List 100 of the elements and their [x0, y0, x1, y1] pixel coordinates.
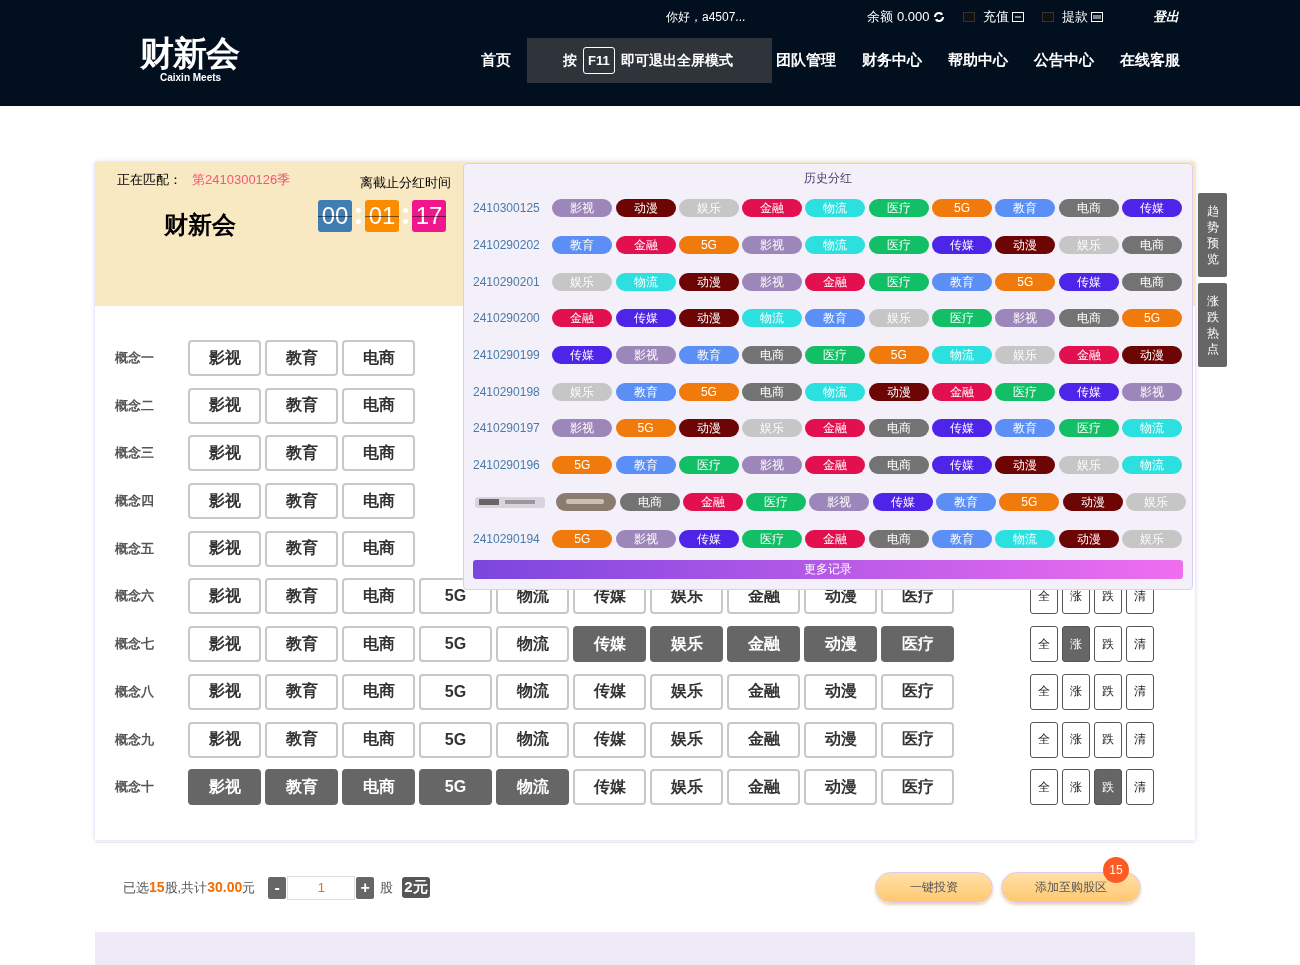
option-button[interactable]: 5G — [419, 626, 492, 663]
option-button[interactable]: 教育 — [265, 769, 338, 806]
option-button[interactable]: 动漫 — [804, 769, 877, 806]
withdraw-link[interactable]: 提款 — [1061, 8, 1088, 26]
option-button[interactable]: 教育 — [265, 435, 338, 472]
option-button[interactable]: 动漫 — [804, 626, 877, 663]
option-button[interactable]: 医疗 — [881, 769, 954, 806]
option-button[interactable]: 电商 — [342, 530, 415, 567]
option-button[interactable]: 动漫 — [804, 673, 877, 710]
filter-button[interactable]: 全 — [1030, 769, 1058, 806]
option-button[interactable]: 娱乐 — [650, 673, 723, 710]
option-button[interactable]: 影视 — [188, 483, 261, 520]
option-button[interactable]: 娱乐 — [650, 626, 723, 663]
option-button[interactable]: 教育 — [265, 673, 338, 710]
option-button[interactable]: 娱乐 — [650, 721, 723, 758]
option-button[interactable]: 电商 — [342, 483, 415, 520]
option-button[interactable]: 教育 — [265, 340, 338, 376]
option-button[interactable]: 影视 — [188, 387, 261, 424]
option-button[interactable]: 影视 — [188, 435, 261, 472]
recharge-link[interactable]: 充值 — [982, 8, 1009, 26]
option-button[interactable]: 影视 — [188, 721, 261, 758]
plus-button[interactable]: + — [356, 876, 375, 899]
nav-link[interactable]: 在线客服 — [1120, 51, 1180, 70]
concept-tag: 动漫 — [995, 236, 1056, 255]
option-button[interactable]: 娱乐 — [650, 769, 723, 806]
filter-button[interactable]: 涨 — [1062, 769, 1090, 806]
filter-button[interactable]: 跌 — [1094, 673, 1122, 710]
option-button[interactable]: 影视 — [188, 578, 261, 615]
filter-button[interactable]: 清 — [1126, 626, 1154, 663]
option-button[interactable]: 教育 — [265, 530, 338, 567]
option-button[interactable]: 传媒 — [573, 769, 646, 806]
option-button[interactable]: 电商 — [342, 578, 415, 615]
concept-label: 概念二 — [113, 396, 155, 415]
option-button[interactable]: 物流 — [496, 721, 569, 758]
option-button[interactable]: 电商 — [342, 340, 415, 376]
nav-link[interactable]: 财务中心 — [862, 51, 922, 70]
option-button[interactable]: 物流 — [496, 626, 569, 663]
nav-link[interactable]: 公告中心 — [1034, 51, 1094, 70]
filter-button[interactable]: 全 — [1030, 626, 1058, 663]
option-button[interactable]: 影视 — [188, 340, 261, 376]
filter-button[interactable]: 涨 — [1062, 626, 1090, 663]
side-tab[interactable]: 趋势预览 — [1198, 193, 1227, 277]
nav-link[interactable]: 首页 — [481, 51, 511, 70]
option-button[interactable]: 5G — [419, 673, 492, 710]
option-button[interactable]: 金融 — [727, 721, 800, 758]
option-button[interactable]: 教育 — [265, 387, 338, 424]
logout-link[interactable]: 登出 — [1152, 8, 1179, 26]
concept-tag: 物流 — [742, 309, 803, 328]
option-button[interactable]: 传媒 — [573, 626, 646, 663]
option-button[interactable]: 电商 — [342, 387, 415, 424]
option-button[interactable]: 医疗 — [881, 721, 954, 758]
option-button[interactable]: 5G — [419, 769, 492, 806]
option-button[interactable]: 金融 — [727, 673, 800, 710]
option-button[interactable]: 教育 — [265, 483, 338, 520]
option-button[interactable]: 传媒 — [573, 721, 646, 758]
filter-button[interactable]: 跌 — [1094, 721, 1122, 758]
minus-button[interactable]: - — [268, 876, 287, 899]
option-button[interactable]: 金融 — [727, 626, 800, 663]
option-button[interactable]: 影视 — [188, 673, 261, 710]
option-button[interactable]: 电商 — [342, 721, 415, 758]
option-button[interactable]: 影视 — [188, 530, 261, 567]
option-button[interactable]: 金融 — [727, 769, 800, 806]
filter-button[interactable]: 清 — [1126, 721, 1154, 758]
option-button[interactable]: 教育 — [265, 578, 338, 615]
more-records-button[interactable]: 更多记录 — [473, 559, 1183, 579]
filter-button[interactable]: 全 — [1030, 721, 1058, 758]
option-button[interactable]: 医疗 — [881, 626, 954, 663]
option-button[interactable]: 影视 — [188, 769, 261, 806]
filter-button[interactable]: 涨 — [1062, 721, 1090, 758]
option-button[interactable]: 电商 — [342, 673, 415, 710]
filter-button[interactable]: 跌 — [1094, 769, 1122, 806]
option-button[interactable]: 电商 — [342, 435, 415, 472]
concept-tag: 医疗 — [868, 236, 929, 255]
filter-button[interactable]: 清 — [1126, 769, 1154, 806]
card-icon — [1090, 12, 1103, 22]
option-button[interactable]: 物流 — [496, 769, 569, 806]
nav-link[interactable]: 团队管理 — [776, 51, 836, 70]
refresh-icon[interactable] — [932, 11, 945, 23]
concept-tag: 电商 — [1121, 272, 1182, 291]
option-button[interactable]: 医疗 — [881, 673, 954, 710]
invest-button[interactable]: 一键投资 — [875, 872, 993, 903]
filter-button[interactable]: 涨 — [1062, 673, 1090, 710]
concept-tag: 影视 — [615, 346, 676, 365]
option-button[interactable]: 影视 — [188, 626, 261, 663]
option-button[interactable]: 动漫 — [804, 721, 877, 758]
nav-link[interactable]: 帮助中心 — [948, 51, 1008, 70]
option-button[interactable]: 5G — [419, 721, 492, 758]
concept-tag: 5G — [552, 529, 613, 548]
option-button[interactable]: 电商 — [342, 626, 415, 663]
concept-tag: 金融 — [805, 456, 866, 475]
option-button[interactable]: 电商 — [342, 769, 415, 806]
side-tab[interactable]: 涨跌热点 — [1198, 283, 1227, 367]
filter-button[interactable]: 跌 — [1094, 626, 1122, 663]
filter-button[interactable]: 全 — [1030, 673, 1058, 710]
option-button[interactable]: 教育 — [265, 626, 338, 663]
option-button[interactable]: 物流 — [496, 673, 569, 710]
concept-tag: 传媒 — [1121, 199, 1182, 218]
option-button[interactable]: 传媒 — [573, 673, 646, 710]
filter-button[interactable]: 清 — [1126, 673, 1154, 710]
option-button[interactable]: 教育 — [265, 721, 338, 758]
